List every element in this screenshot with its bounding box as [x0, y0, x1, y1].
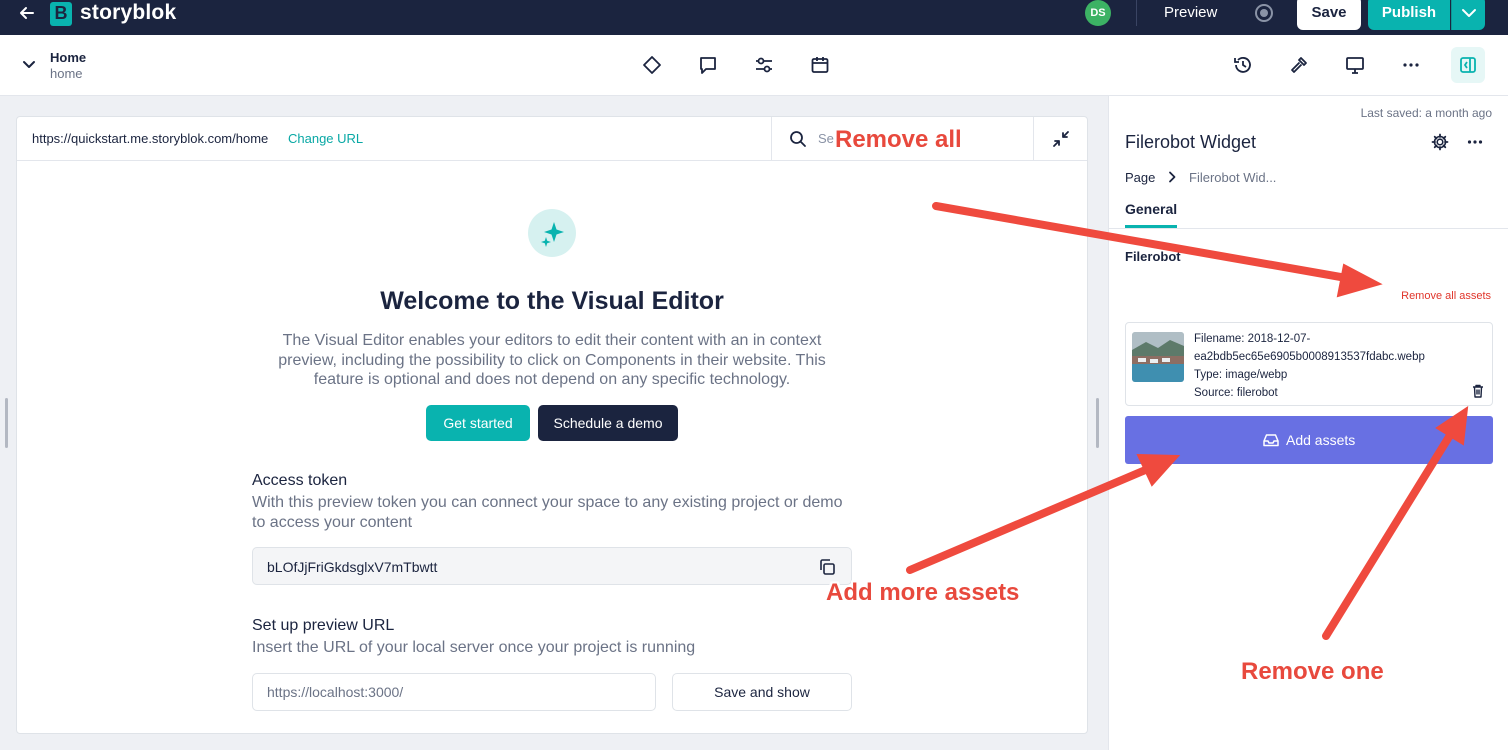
user-avatar[interactable]: DS	[1085, 0, 1111, 26]
history-icon[interactable]	[1231, 53, 1255, 77]
component-panel: Last saved: a month ago Filerobot Widget…	[1108, 96, 1508, 750]
sparkle-icon	[528, 209, 576, 257]
chevron-down-icon	[1462, 9, 1476, 17]
tools-icon[interactable]	[1287, 53, 1311, 77]
chevron-down-icon[interactable]	[20, 55, 38, 73]
storyblok-logo-icon: B	[50, 2, 72, 26]
desktop-icon[interactable]	[1343, 53, 1367, 77]
asset-info: Filename: 2018-12-07- ea2bdb5ec65e6905b0…	[1194, 330, 1425, 402]
save-button[interactable]: Save	[1297, 0, 1361, 30]
welcome-description: The Visual Editor enables your editors t…	[278, 332, 826, 388]
schedule-demo-button[interactable]: Schedule a demo	[538, 405, 678, 441]
preview-url-input[interactable]	[252, 673, 656, 711]
access-token-field: bLOfJjFriGkdsglxV7mTbwtt	[252, 547, 852, 585]
asset-thumbnail	[1132, 332, 1184, 382]
add-assets-label: Add assets	[1286, 432, 1356, 448]
preview-search[interactable]: Se	[771, 117, 1034, 161]
preview-url-description: Insert the URL of your local server once…	[252, 639, 696, 656]
breadcrumb-page[interactable]: Page	[1125, 170, 1155, 185]
preview-url: https://quickstart.me.storyblok.com/home	[32, 131, 269, 146]
more-icon[interactable]	[1465, 132, 1485, 152]
tab-general[interactable]: General	[1125, 201, 1178, 228]
tab-divider	[1109, 228, 1508, 229]
asset-filename-line2: ea2bdb5ec65e6905b0008913537fdabc.webp	[1194, 351, 1425, 363]
preview-label[interactable]: Preview	[1164, 4, 1217, 21]
access-token-description: With this preview token you can connect …	[252, 494, 843, 531]
panel-toggle-icon	[1460, 57, 1476, 73]
sliders-icon[interactable]	[752, 53, 776, 77]
search-icon	[790, 131, 806, 147]
asset-source: Source: filerobot	[1194, 387, 1278, 399]
filerobot-field-label: Filerobot	[1125, 249, 1181, 264]
welcome-title: Welcome to the Visual Editor	[380, 287, 724, 315]
topbar-divider	[1136, 0, 1137, 26]
more-icon[interactable]	[1399, 53, 1423, 77]
search-placeholder: Se	[818, 131, 834, 146]
asset-card: Filename: 2018-12-07- ea2bdb5ec65e6905b0…	[1125, 322, 1493, 406]
visual-editor-preview: https://quickstart.me.storyblok.com/home…	[16, 116, 1088, 734]
last-saved-status: Last saved: a month ago	[1360, 106, 1492, 120]
breadcrumb-current: Filerobot Wid...	[1189, 170, 1277, 185]
calendar-icon[interactable]	[808, 53, 832, 77]
preview-url-title: Set up preview URL	[252, 617, 395, 634]
top-bar: B storyblok DS Preview Save Publish	[0, 0, 1508, 35]
panel-title: Filerobot Widget	[1125, 132, 1257, 152]
publish-button[interactable]: Publish	[1368, 0, 1450, 30]
panel-toggle-button[interactable]	[1451, 47, 1485, 83]
change-url-link[interactable]: Change URL	[288, 131, 363, 146]
publish-dropdown-button[interactable]	[1451, 0, 1485, 30]
story-name[interactable]: Home	[50, 50, 86, 65]
resize-handle-right[interactable]	[1096, 398, 1099, 448]
gear-icon[interactable]	[1430, 132, 1450, 152]
resize-handle-left[interactable]	[5, 398, 8, 448]
inbox-icon	[1263, 434, 1279, 447]
get-started-button[interactable]: Get started	[426, 405, 530, 441]
remove-all-assets-link[interactable]: Remove all assets	[1401, 290, 1491, 302]
asset-filename-line1: Filename: 2018-12-07-	[1194, 333, 1311, 345]
diamond-icon[interactable]	[640, 53, 664, 77]
trash-icon[interactable]	[1470, 383, 1486, 399]
asset-type: Type: image/webp	[1194, 369, 1288, 381]
chevron-right-icon	[1169, 171, 1176, 183]
story-slug: home	[50, 66, 83, 81]
comment-icon[interactable]	[696, 53, 720, 77]
add-assets-button[interactable]: Add assets	[1125, 416, 1493, 464]
access-token-value: bLOfJjFriGkdsglxV7mTbwtt	[267, 559, 438, 575]
copy-icon[interactable]	[817, 557, 837, 577]
back-arrow-icon[interactable]	[14, 2, 40, 28]
collapse-icon[interactable]	[1051, 129, 1071, 149]
brand-name: storyblok	[80, 1, 177, 24]
save-and-show-button[interactable]: Save and show	[672, 673, 852, 711]
preview-url-bar: https://quickstart.me.storyblok.com/home…	[17, 117, 1087, 161]
preview-toggle-icon[interactable]	[1255, 4, 1273, 22]
access-token-title: Access token	[252, 472, 348, 489]
editor-toolbar: Home home	[0, 35, 1508, 96]
